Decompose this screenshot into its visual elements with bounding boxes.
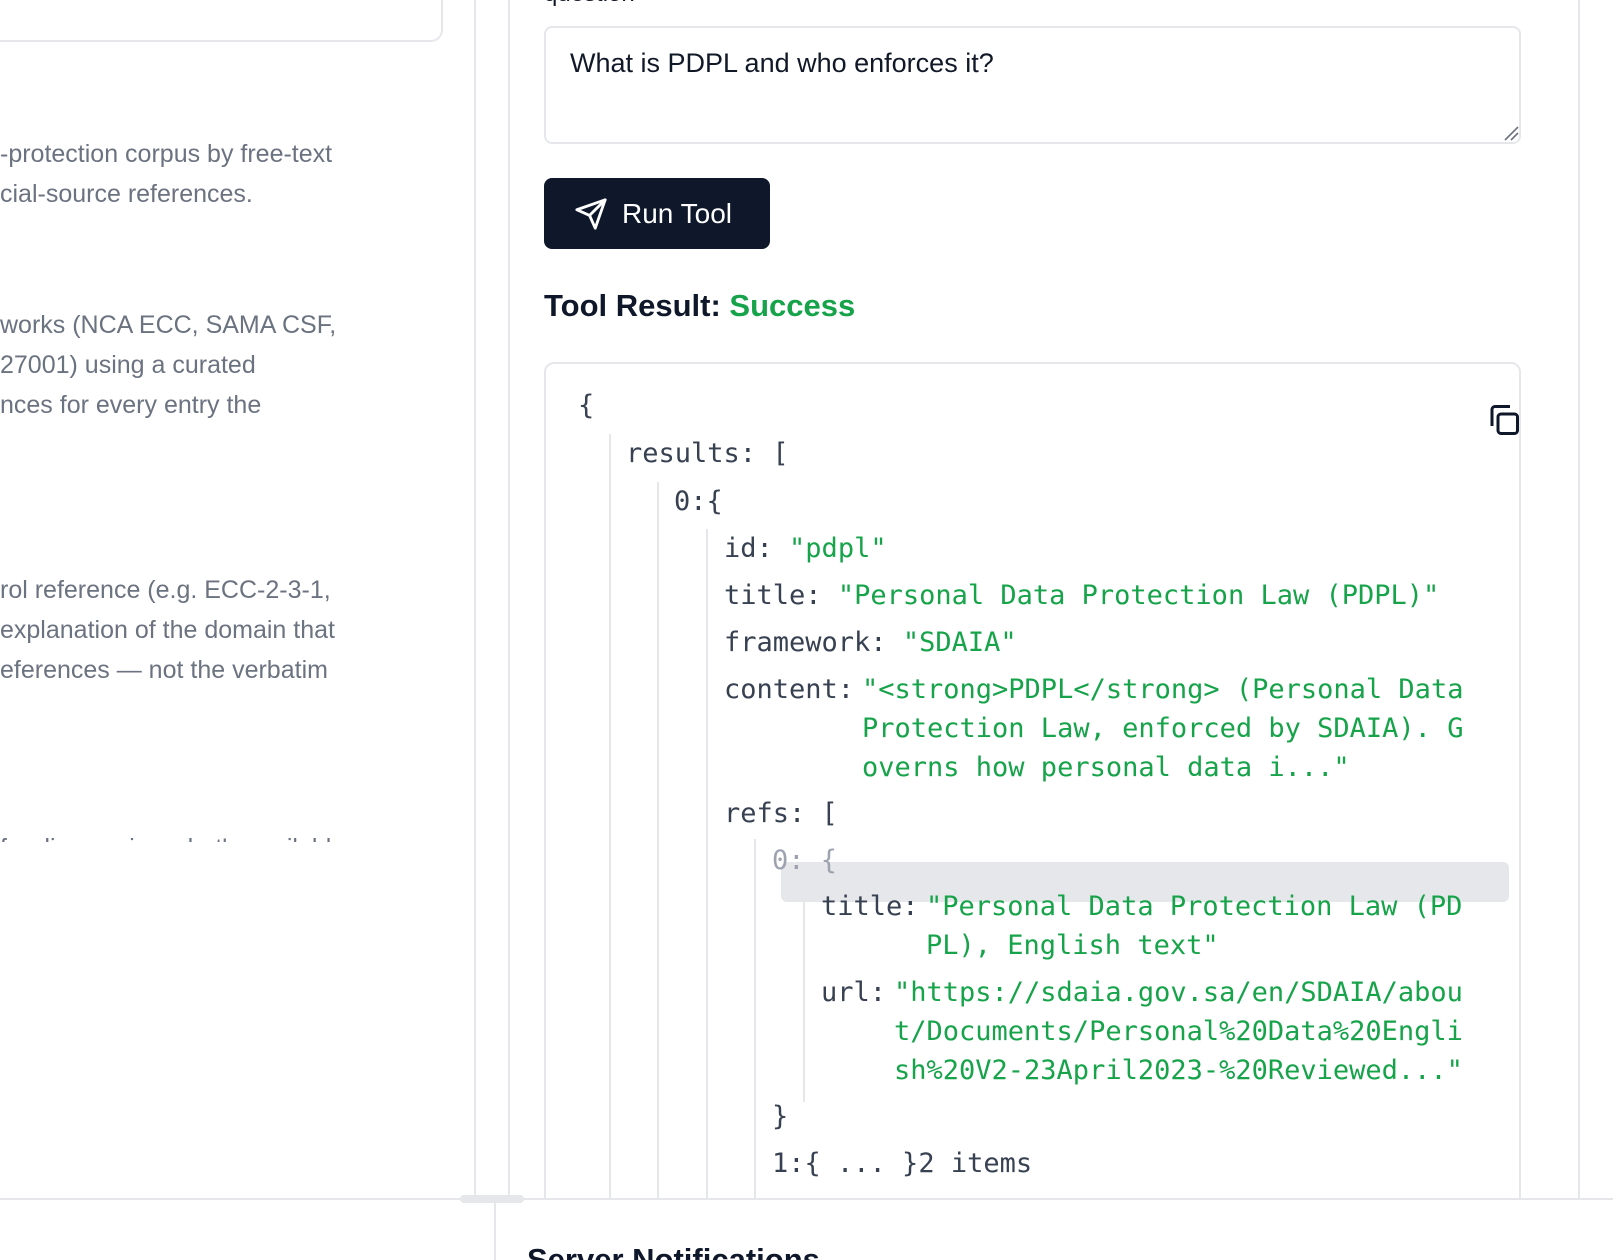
json-string-value: "Personal Data Protection Law (PDPL)"	[837, 580, 1440, 611]
json-string-value: "Personal Data Protection Law (PD	[926, 891, 1463, 922]
json-key: id:	[724, 533, 773, 564]
panel-resize-handle[interactable]	[460, 1195, 524, 1203]
json-string-value: "<strong>PDPL</strong> (Personal Data	[862, 674, 1464, 705]
json-bracket: [	[821, 798, 838, 829]
json-string-value: sh%20V2-23April2023-%20Reviewed..."	[894, 1055, 1463, 1086]
tool-description-line: works (NCA ECC, SAMA CSF,	[0, 311, 337, 339]
json-string-value: PL), English text"	[926, 930, 1219, 961]
copy-icon[interactable]	[1486, 402, 1521, 438]
tool-description[interactable]: rol reference (e.g. ECC-2-3-1, explanati…	[0, 570, 335, 690]
json-bracket: [	[772, 438, 789, 469]
tools-list-panel: -protection corpus by free-text cial-sou…	[0, 0, 476, 1199]
selected-tool-card[interactable]	[0, 0, 443, 42]
json-open-brace: {	[578, 390, 595, 421]
tool-description-line: for discovering what's available	[0, 828, 345, 842]
server-notifications-title: Server Notifications	[527, 1242, 820, 1260]
indent-guide	[657, 482, 659, 1199]
indent-guide	[706, 529, 708, 1199]
run-tool-button[interactable]: Run Tool	[544, 178, 770, 249]
question-input[interactable]	[544, 26, 1521, 144]
json-ref-item-row[interactable]: 0: {	[772, 841, 837, 881]
tool-description-line: explanation of the domain that	[0, 616, 335, 644]
resize-grip-icon[interactable]	[1503, 125, 1519, 141]
json-title-row[interactable]: title: "Personal Data Protection Law (PD…	[724, 576, 1439, 616]
tool-description-line: rol reference (e.g. ECC-2-3-1,	[0, 576, 331, 604]
tool-description-line: nces for every entry the	[0, 391, 262, 419]
json-string-value: t/Documents/Personal%20Data%20Engli	[894, 1016, 1463, 1047]
json-item-row[interactable]: 0:{	[674, 482, 723, 522]
json-key: title:	[724, 580, 822, 611]
json-results-row[interactable]: results: [	[626, 434, 789, 474]
json-collapsed-object: { ... }	[804, 1148, 919, 1179]
json-key: 1:	[772, 1148, 805, 1179]
tool-description[interactable]: works (NCA ECC, SAMA CSF, 27001) using a…	[0, 305, 336, 425]
json-string-value: "pdpl"	[789, 533, 887, 564]
json-brace: {	[706, 486, 723, 517]
json-key: title:	[821, 891, 919, 922]
tool-description-line: eferences — not the verbatim	[0, 656, 328, 684]
json-key: refs:	[724, 798, 806, 829]
json-brace: {	[820, 845, 838, 876]
indent-guide	[609, 434, 611, 1199]
json-framework-row[interactable]: framework: "SDAIA"	[724, 623, 1017, 663]
json-id-row[interactable]: id: "pdpl"	[724, 529, 887, 569]
indent-guide	[803, 888, 805, 1102]
tool-description-line: 27001) using a curated	[0, 351, 256, 379]
bottom-panel: Server Notifications	[0, 1195, 1613, 1260]
json-string-value: "SDAIA"	[902, 627, 1017, 658]
tool-description-line: -protection corpus by free-text	[0, 140, 333, 168]
tool-result-heading: Tool Result: Success	[544, 288, 855, 324]
send-icon	[575, 197, 607, 230]
question-field-label: question	[544, 0, 635, 8]
tool-description[interactable]: -protection corpus by free-text cial-sou…	[0, 134, 332, 214]
json-key: url:	[821, 977, 887, 1008]
json-string-value: "https://sdaia.gov.sa/en/SDAIA/abou	[894, 977, 1463, 1008]
tool-description-clipped[interactable]: for discovering what's available	[0, 822, 420, 842]
tool-result-label: Tool Result:	[544, 288, 721, 323]
json-string-value: overns how personal data i..."	[862, 752, 1350, 783]
tool-result-status: Success	[729, 288, 856, 323]
json-key: 0:	[772, 845, 805, 876]
json-collapsed-item-row[interactable]: 1:{ ... }2 items	[772, 1144, 1032, 1184]
json-result-viewer[interactable]: { results: [ 0:{ id: "pdpl" title: "Pers…	[544, 362, 1521, 1199]
json-key: framework:	[724, 627, 887, 658]
tool-description-line: cial-source references.	[0, 180, 253, 208]
run-tool-label: Run Tool	[622, 197, 733, 229]
tool-detail-panel: question Run Tool Tool Result: Success {…	[508, 0, 1580, 1199]
indent-guide	[754, 839, 756, 1199]
json-item-count: 2 items	[918, 1148, 1033, 1179]
json-key: content:	[724, 674, 855, 705]
bottom-divider	[494, 1200, 496, 1260]
json-refs-row[interactable]: refs: [	[724, 794, 838, 834]
json-key: results:	[626, 438, 757, 469]
json-string-value: Protection Law, enforced by SDAIA). G	[862, 713, 1464, 744]
json-key: 0:	[674, 486, 707, 517]
json-close-brace: }	[772, 1101, 789, 1132]
